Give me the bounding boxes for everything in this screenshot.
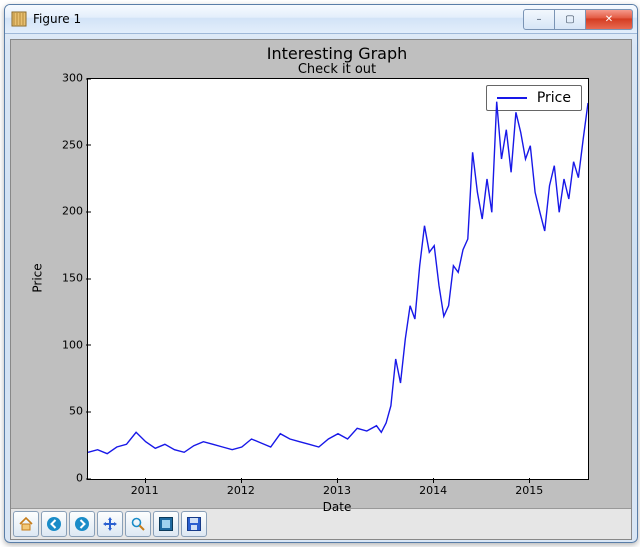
y-tick: 50 xyxy=(43,405,83,418)
subplots-button[interactable] xyxy=(153,511,179,537)
save-button[interactable] xyxy=(181,511,207,537)
y-tick: 200 xyxy=(43,205,83,218)
client-area: Interesting Graph Check it out Price Dat… xyxy=(10,39,632,540)
home-button[interactable] xyxy=(13,511,39,537)
window-buttons: – ▢ ✕ xyxy=(523,9,633,30)
chart-subtitle: Check it out xyxy=(87,62,587,77)
chart-title: Interesting Graph xyxy=(87,44,587,63)
x-tick: 2014 xyxy=(419,484,447,497)
back-button[interactable] xyxy=(41,511,67,537)
y-tick: 300 xyxy=(43,72,83,85)
y-tick: 100 xyxy=(43,338,83,351)
close-button[interactable]: ✕ xyxy=(586,9,633,30)
x-tick: 2015 xyxy=(515,484,543,497)
app-window: Figure 1 – ▢ ✕ Interesting Graph Check i… xyxy=(4,4,638,543)
figure-canvas[interactable]: Interesting Graph Check it out Price Dat… xyxy=(11,40,631,508)
titlebar[interactable]: Figure 1 – ▢ ✕ xyxy=(5,5,637,34)
window-title: Figure 1 xyxy=(33,12,81,26)
x-tick: 2012 xyxy=(227,484,255,497)
pan-button[interactable] xyxy=(97,511,123,537)
maximize-button[interactable]: ▢ xyxy=(555,9,586,30)
y-tick: 150 xyxy=(43,272,83,285)
x-axis-label: Date xyxy=(87,500,587,514)
forward-button[interactable] xyxy=(69,511,95,537)
app-icon xyxy=(11,11,27,27)
x-tick: 2013 xyxy=(323,484,351,497)
zoom-button[interactable] xyxy=(125,511,151,537)
y-tick: 0 xyxy=(43,472,83,485)
plot-area[interactable]: Price xyxy=(87,78,589,480)
price-series xyxy=(88,79,588,479)
y-tick: 250 xyxy=(43,138,83,151)
minimize-button[interactable]: – xyxy=(523,9,555,30)
x-tick: 2011 xyxy=(131,484,159,497)
